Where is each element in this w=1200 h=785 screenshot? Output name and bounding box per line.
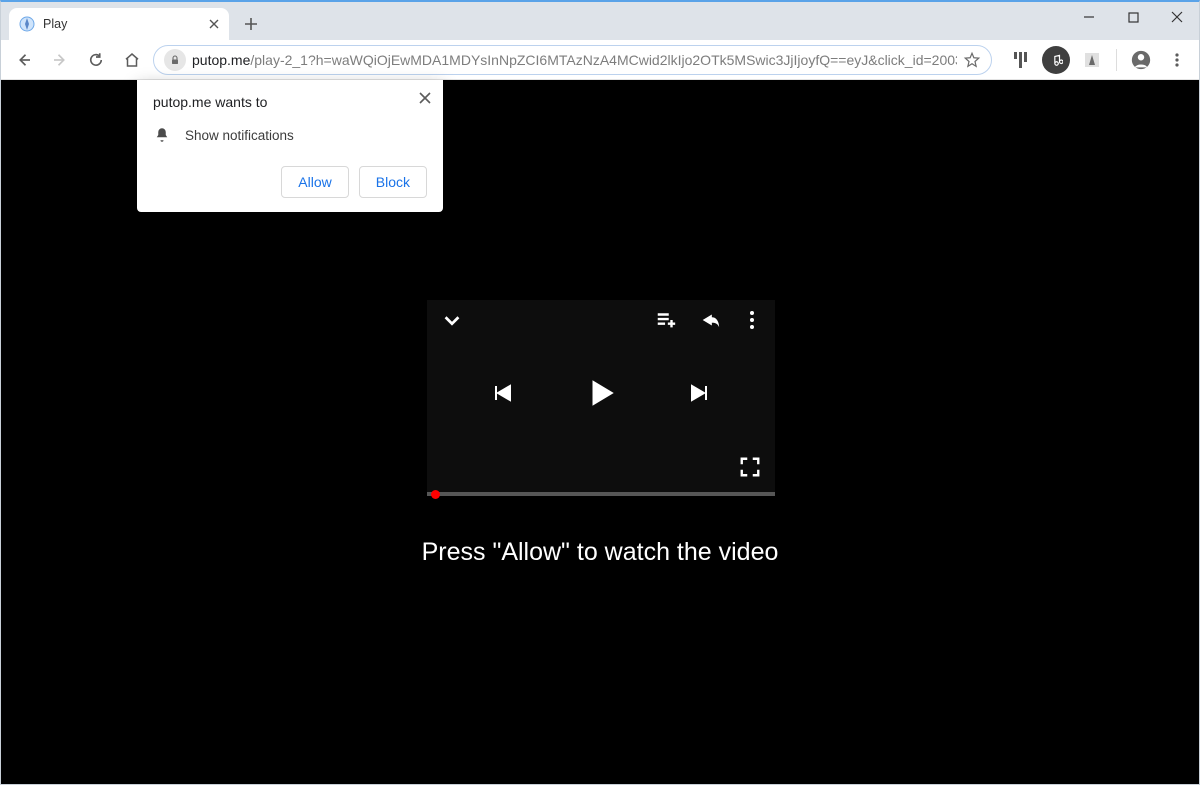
- address-bar[interactable]: putop.me/play-2_1?h=waWQiOjEwMDA1MDYsInN…: [153, 45, 992, 75]
- chevron-down-icon[interactable]: [441, 309, 463, 331]
- window-maximize-button[interactable]: [1111, 2, 1155, 32]
- notification-permission-prompt: putop.me wants to Show notifications All…: [137, 80, 443, 212]
- next-track-icon[interactable]: [688, 381, 712, 405]
- tab-strip: Play: [1, 2, 1199, 40]
- profile-avatar-icon[interactable]: [1127, 46, 1155, 74]
- bell-icon: [153, 126, 171, 144]
- prompt-close-icon[interactable]: [419, 92, 431, 104]
- bookmark-star-icon[interactable]: [963, 51, 981, 69]
- progress-handle[interactable]: [431, 490, 440, 499]
- progress-bar[interactable]: [427, 492, 775, 496]
- reload-button[interactable]: [81, 45, 111, 75]
- tab-close-icon[interactable]: [209, 19, 219, 29]
- url-domain: putop.me: [192, 52, 250, 68]
- browser-toolbar: putop.me/play-2_1?h=waWQiOjEwMDA1MDYsInN…: [1, 40, 1199, 80]
- queue-add-icon[interactable]: [655, 309, 677, 331]
- tab-favicon: [19, 16, 35, 32]
- prompt-permission-label: Show notifications: [185, 128, 294, 143]
- allow-button[interactable]: Allow: [281, 166, 348, 198]
- window-close-button[interactable]: [1155, 2, 1199, 32]
- play-icon[interactable]: [584, 376, 618, 410]
- tab-title: Play: [43, 17, 67, 31]
- browser-menu-icon[interactable]: [1163, 46, 1191, 74]
- home-button[interactable]: [117, 45, 147, 75]
- browser-tab[interactable]: Play: [9, 8, 229, 40]
- previous-track-icon[interactable]: [490, 381, 514, 405]
- more-vert-icon[interactable]: [743, 309, 761, 331]
- back-button[interactable]: [9, 45, 39, 75]
- instruction-text: Press "Allow" to watch the video: [1, 538, 1199, 567]
- extension-icon-music[interactable]: [1042, 46, 1070, 74]
- extension-icon-2[interactable]: [1078, 46, 1106, 74]
- fullscreen-icon[interactable]: [739, 456, 761, 478]
- window-minimize-button[interactable]: [1067, 2, 1111, 32]
- url-text: putop.me/play-2_1?h=waWQiOjEwMDA1MDYsInN…: [192, 52, 957, 68]
- site-info-lock-icon[interactable]: [164, 49, 186, 71]
- page-content: putop.me wants to Show notifications All…: [1, 80, 1199, 784]
- share-icon[interactable]: [699, 309, 721, 331]
- prompt-origin-text: putop.me wants to: [153, 94, 427, 110]
- new-tab-button[interactable]: [237, 10, 265, 38]
- extension-icon-1[interactable]: [1006, 46, 1034, 74]
- video-player: [427, 300, 775, 496]
- forward-button: [45, 45, 75, 75]
- url-path: /play-2_1?h=waWQiOjEwMDA1MDYsInNpZCI6MTA…: [250, 52, 957, 68]
- block-button[interactable]: Block: [359, 166, 427, 198]
- toolbar-separator: [1116, 49, 1117, 71]
